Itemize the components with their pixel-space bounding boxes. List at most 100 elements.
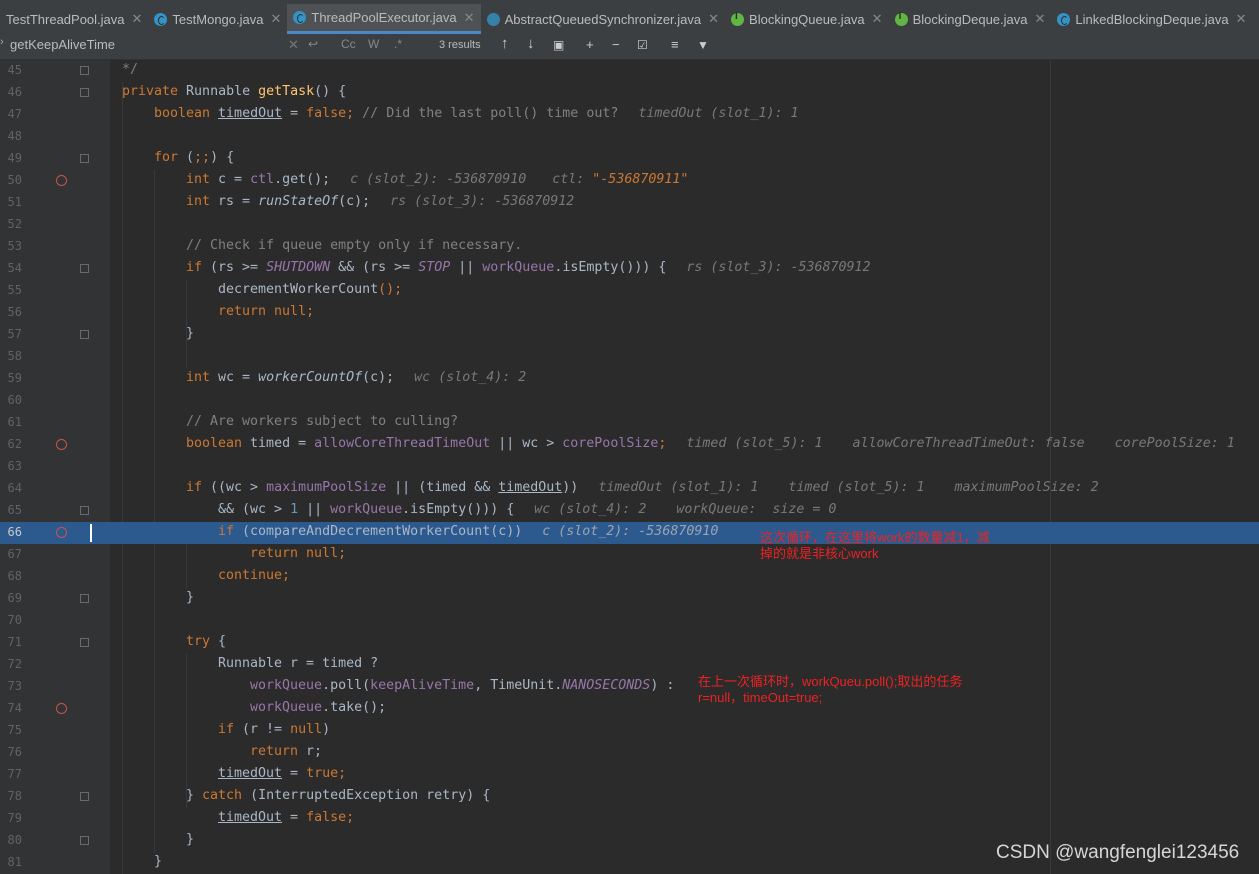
code-editor[interactable]: 45 */ 46 private Runnable getTask() { 47 bo… <box>0 60 1259 874</box>
code-token: , TimeUnit. <box>474 678 563 693</box>
undo-icon[interactable]: ↩ <box>308 37 318 51</box>
code-token: )) <box>562 480 579 495</box>
fold-marker-icon[interactable] <box>80 594 89 603</box>
close-icon[interactable]: ✕ <box>872 11 883 27</box>
code-text: continue; <box>218 568 290 583</box>
line-number: 50 <box>7 173 22 187</box>
tab-testthreadpool[interactable]: TestThreadPool.java ✕ <box>0 4 148 34</box>
code-token: (rs >= <box>210 260 267 275</box>
keyword: int <box>186 370 219 385</box>
close-icon[interactable]: ✕ <box>132 11 143 27</box>
code-text: workQueue.take(); <box>250 700 386 715</box>
debug-value-hint: c (slot_2): -536870910 <box>350 172 527 187</box>
code-token: (c); <box>338 194 371 209</box>
code-text: Runnable r = timed ? <box>218 656 379 671</box>
code-line: 76 return r; <box>0 742 1259 764</box>
code-token: (r != <box>242 722 291 737</box>
code-text: if (rs >= SHUTDOWN && (rs >= STOP || wor… <box>186 260 871 275</box>
annotation-note: 在上一次循环时，workQueu.poll();取出的任务 r=null，tim… <box>698 674 963 705</box>
punct: { <box>218 634 227 649</box>
close-icon[interactable]: ✕ <box>1236 11 1247 27</box>
fold-marker-icon[interactable] <box>80 638 89 647</box>
search-input[interactable]: getKeepAliveTime <box>10 37 115 52</box>
keyword: private <box>122 84 187 99</box>
fold-marker-icon[interactable] <box>80 264 89 273</box>
debug-value-hint: timedOut (slot_1): 1 <box>598 480 759 495</box>
fold-marker-icon[interactable] <box>80 88 89 97</box>
breakpoint-icon[interactable] <box>56 703 67 714</box>
fold-marker-icon[interactable] <box>80 836 89 845</box>
code-token: (compareAndDecrementWorkerCount(c)) <box>242 524 523 539</box>
tab-abstractqueuedsynchronizer[interactable]: AbstractQueuedSynchronizer.java ✕ <box>481 4 725 34</box>
close-icon[interactable]: ✕ <box>1034 11 1045 27</box>
code-line: 68 continue; <box>0 566 1259 588</box>
code-line: 70 <box>0 610 1259 632</box>
breakpoint-icon[interactable] <box>56 527 67 538</box>
punct: ) { <box>210 150 235 165</box>
constant: SHUTDOWN <box>266 260 331 275</box>
unselect-occurrence-icon[interactable]: − <box>612 37 620 52</box>
breakpoint-icon[interactable] <box>56 175 67 186</box>
keyword: boolean <box>154 106 219 121</box>
filter-options-icon[interactable]: ≡ <box>671 37 679 52</box>
code-token: && (wc > <box>218 502 291 517</box>
code-line: 60 <box>0 390 1259 412</box>
clear-search-icon[interactable]: ✕ <box>288 37 299 53</box>
tab-threadpoolexecutor[interactable]: ThreadPoolExecutor.java ✕ <box>287 4 481 34</box>
tab-testmongo[interactable]: TestMongo.java ✕ <box>148 4 287 34</box>
java-class-icon <box>1057 12 1071 26</box>
debug-value-hint: timed (slot_5): 1 <box>788 480 925 495</box>
line-number: 74 <box>7 701 22 715</box>
next-occurrence-icon[interactable]: ↓ <box>527 35 535 52</box>
code-line: 55 decrementWorkerCount(); <box>0 280 1259 302</box>
code-line: 45 */ <box>0 60 1259 82</box>
regex-toggle[interactable]: .* <box>394 37 402 51</box>
code-line: 78} catch (InterruptedException retry) { <box>0 786 1259 808</box>
keyword: int <box>186 194 219 209</box>
fold-marker-icon[interactable] <box>80 506 89 515</box>
keyword: null <box>290 722 323 737</box>
code-token: || <box>450 260 483 275</box>
fold-marker-icon[interactable] <box>80 66 89 75</box>
close-icon[interactable]: ✕ <box>464 10 475 26</box>
code-token: || <box>298 502 331 517</box>
line-number: 71 <box>7 635 22 649</box>
keyword: for <box>154 150 187 165</box>
code-token: && (rs >= <box>330 260 419 275</box>
text-caret <box>90 524 92 542</box>
code-line: 57} <box>0 324 1259 346</box>
line-number: 72 <box>7 657 22 671</box>
code-text: workQueue.poll(keepAliveTime, TimeUnit.N… <box>250 678 674 693</box>
code-line: 64 if ((wc > maximumPoolSize || (timed &&… <box>0 478 1259 500</box>
fold-marker-icon[interactable] <box>80 154 89 163</box>
code-token: .isEmpty())) { <box>554 260 667 275</box>
tab-blockingdeque[interactable]: BlockingDeque.java ✕ <box>889 4 1052 34</box>
line-number: 68 <box>7 569 22 583</box>
close-icon[interactable]: ✕ <box>270 11 281 27</box>
fold-marker-icon[interactable] <box>80 792 89 801</box>
search-history-icon[interactable]: › <box>0 36 4 48</box>
tab-linkedblockingdeque[interactable]: LinkedBlockingDeque.java ✕ <box>1051 4 1252 34</box>
code-text: } <box>186 590 195 605</box>
previous-occurrence-icon[interactable]: ↑ <box>501 35 509 52</box>
words-toggle[interactable]: W <box>368 37 379 51</box>
filter-icon[interactable]: ▼ <box>697 38 709 52</box>
line-number: 78 <box>7 789 22 803</box>
code-text: return null; <box>218 304 314 319</box>
keyword: if <box>218 524 243 539</box>
debug-value-hint: timedOut (slot_1): 1 <box>638 106 799 121</box>
breakpoint-icon[interactable] <box>56 439 67 450</box>
match-case-toggle[interactable]: Cc <box>341 37 356 51</box>
select-all-occurrences-icon[interactable]: ▣ <box>553 38 564 52</box>
code-text: */ <box>122 62 139 77</box>
tab-label: TestThreadPool.java <box>6 11 125 27</box>
field: workQueue <box>330 502 403 517</box>
keyword: true <box>306 766 339 781</box>
code-line: 75 if (r != null) <box>0 720 1259 742</box>
close-icon[interactable]: ✕ <box>708 11 719 27</box>
tab-blockingqueue[interactable]: BlockingQueue.java ✕ <box>725 4 889 34</box>
add-selection-icon[interactable]: + <box>586 37 594 52</box>
select-all-icon[interactable]: ☑ <box>637 38 648 52</box>
code-text: if ((wc > maximumPoolSize || (timed && t… <box>186 480 1099 495</box>
fold-marker-icon[interactable] <box>80 330 89 339</box>
